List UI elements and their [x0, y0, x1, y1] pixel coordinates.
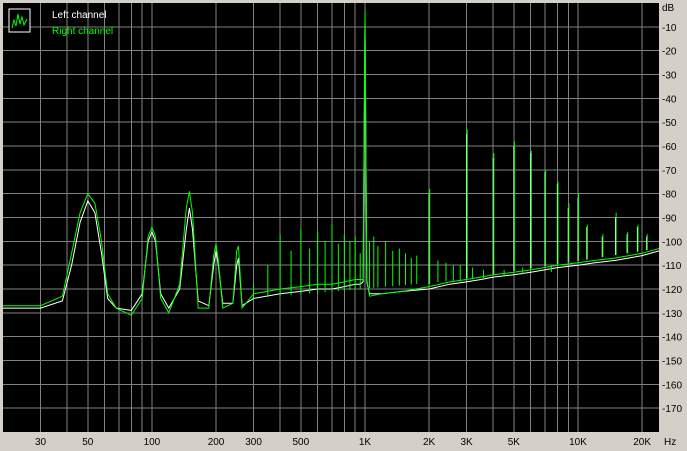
y-tick-label: -70: [662, 166, 677, 177]
x-tick-label: 10K: [569, 437, 587, 448]
spectrum-chart: 30 50 100 200 300 500 1K 2K 3K 5K 10K 20K -10 -20 -30…: [0, 0, 687, 451]
spectrum-plot: 30 50 100 200 300 500 1K 2K 3K 5K 10K 20K -10 -20 -30…: [3, 3, 682, 448]
x-tick-label: 30: [35, 437, 47, 448]
x-tick-label: 100: [144, 437, 161, 448]
y-tick-label: -160: [662, 380, 682, 391]
y-tick-label: -120: [662, 285, 682, 296]
y-tick-label: -130: [662, 309, 682, 320]
x-tick-label: 200: [208, 437, 225, 448]
y-tick-label: -100: [662, 237, 682, 248]
y-tick-label: -140: [662, 333, 682, 344]
y-tick-label: -30: [662, 71, 677, 82]
legend-right-channel: Right channel: [52, 26, 113, 37]
x-tick-label: 500: [292, 437, 309, 448]
legend-left-channel: Left channel: [52, 10, 107, 21]
y-tick-label: -170: [662, 404, 682, 415]
y-axis-ticks: -10 -20 -30 -40 -50 -60 -70 -80 -90 -100 -110 -120 -…: [662, 23, 682, 415]
y-tick-label: -110: [662, 261, 682, 272]
x-tick-label: 2K: [423, 437, 436, 448]
y-tick-label: -60: [662, 142, 677, 153]
y-tick-label: -40: [662, 94, 677, 105]
y-tick-label: -150: [662, 357, 682, 368]
x-axis-unit: Hz: [664, 437, 676, 448]
y-tick-label: -90: [662, 214, 677, 225]
y-tick-label: -80: [662, 190, 677, 201]
y-tick-label: -10: [662, 23, 677, 34]
x-tick-label: 50: [82, 437, 94, 448]
x-tick-label: 5K: [508, 437, 521, 448]
x-tick-label: 1K: [359, 437, 372, 448]
x-axis-ticks: 30 50 100 200 300 500 1K 2K 3K 5K 10K 20K: [35, 437, 651, 448]
y-axis-unit: dB: [662, 3, 675, 14]
y-tick-label: -20: [662, 47, 677, 58]
x-tick-label: 3K: [460, 437, 473, 448]
x-tick-label: 300: [245, 437, 262, 448]
y-tick-label: -50: [662, 118, 677, 129]
x-tick-label: 20K: [633, 437, 651, 448]
